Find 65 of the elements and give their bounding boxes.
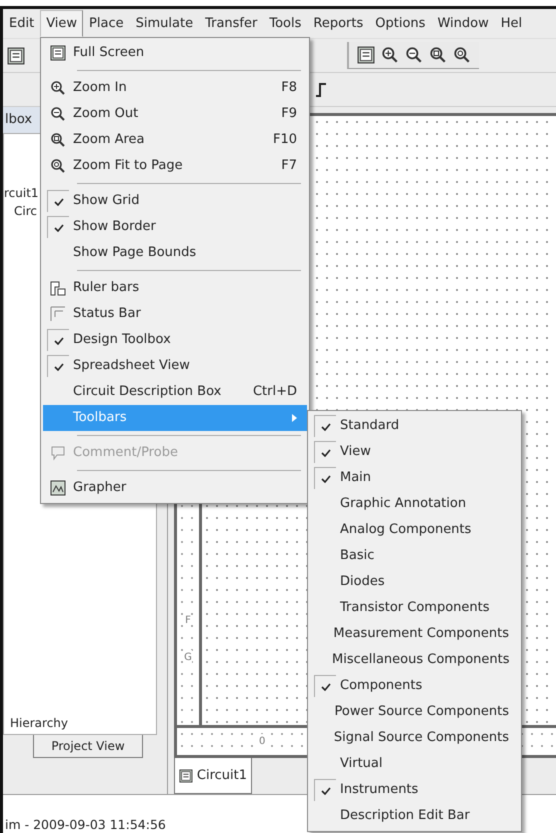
menu-item[interactable]: Spreadsheet View: [43, 353, 307, 379]
menu-item[interactable]: Show Page Bounds: [43, 240, 307, 266]
menu-item[interactable]: Signal Source Components: [310, 725, 519, 751]
menu-item[interactable]: Reports: [307, 10, 370, 38]
menu-item[interactable]: Show Grid: [43, 188, 307, 214]
menu-item[interactable]: Place: [83, 10, 130, 38]
status-bar-icon: [50, 306, 66, 322]
menu-item[interactable]: Status Bar: [43, 301, 307, 327]
menu-item[interactable]: Transistor Components: [310, 595, 519, 621]
menu-item[interactable]: Zoom In F8: [43, 75, 307, 101]
tree-item[interactable]: rcuit1: [4, 184, 39, 202]
menu-item[interactable]: Measurement Components: [310, 621, 519, 647]
speech-bubble-icon: [50, 445, 66, 461]
step-icon[interactable]: [315, 82, 327, 96]
zoom-in-icon: [381, 46, 399, 64]
tree-item[interactable]: Circ: [4, 202, 37, 220]
menu-item[interactable]: Analog Components: [310, 517, 519, 543]
zoom-in-icon: [50, 80, 66, 96]
menu-item[interactable]: Simulate: [130, 10, 200, 38]
menu-item[interactable]: Diodes: [310, 569, 519, 595]
menu-item[interactable]: Options: [369, 10, 432, 38]
menu-item[interactable]: Full Screen: [43, 40, 307, 66]
zoom-area-icon: [50, 132, 66, 148]
menu-item[interactable]: Virtual: [310, 751, 519, 777]
zoom-fit-icon: [453, 46, 471, 64]
panel-tab[interactable]: lbox: [3, 107, 43, 132]
screen-icon: [357, 46, 375, 64]
menu-item[interactable]: Transfer: [199, 10, 264, 38]
menu-item[interactable]: Main: [310, 465, 519, 491]
menu-item[interactable]: Components: [310, 673, 519, 699]
menu-item[interactable]: Edit: [3, 10, 40, 38]
menu-item[interactable]: Zoom Area F10: [43, 127, 307, 153]
screen-icon: [7, 46, 25, 64]
menu-item[interactable]: View: [40, 10, 84, 38]
menu-item[interactable]: Graphic Annotation: [310, 491, 519, 517]
screen-icon: [50, 45, 66, 61]
zoom-fit-icon: [50, 158, 66, 174]
screen-icon: [179, 768, 193, 784]
menu-item[interactable]: Basic: [310, 543, 519, 569]
panel-tab[interactable]: Project View: [33, 735, 143, 758]
menu-item[interactable]: Standard: [310, 413, 519, 439]
menu-item[interactable]: Show Border: [43, 214, 307, 240]
zoom-out-icon: [50, 106, 66, 122]
menu-item[interactable]: Zoom Fit to Page F7: [43, 153, 307, 179]
ruler-label: 0: [259, 734, 266, 749]
menu-item[interactable]: Power Source Components: [310, 699, 519, 725]
ruler-icon: [50, 280, 66, 296]
panel-title: Hierarchy: [9, 715, 70, 732]
menu-item[interactable]: Description Edit Bar: [310, 803, 519, 829]
menu-item[interactable]: Zoom Out F9: [43, 101, 307, 127]
menu-item[interactable]: Window: [431, 10, 495, 38]
menu-item[interactable]: Miscellaneous Components: [310, 647, 519, 673]
menu-item[interactable]: Circuit Description Box Ctrl+D: [43, 379, 307, 405]
menu-item[interactable]: Grapher: [43, 475, 307, 501]
submenu-arrow-icon: [292, 414, 297, 422]
menu-item[interactable]: Design Toolbox: [43, 327, 307, 353]
zoom-area-icon: [429, 46, 447, 64]
menu-item[interactable]: Hel: [494, 10, 528, 38]
chart-icon: [50, 480, 66, 496]
zoom-out-icon: [405, 46, 423, 64]
menu-item[interactable]: Ruler bars: [43, 275, 307, 301]
menu-item[interactable]: Tools: [263, 10, 308, 38]
ruler-label: G: [184, 650, 192, 665]
menu-item[interactable]: View: [310, 439, 519, 465]
document-tab[interactable]: Circuit1: [174, 758, 252, 794]
